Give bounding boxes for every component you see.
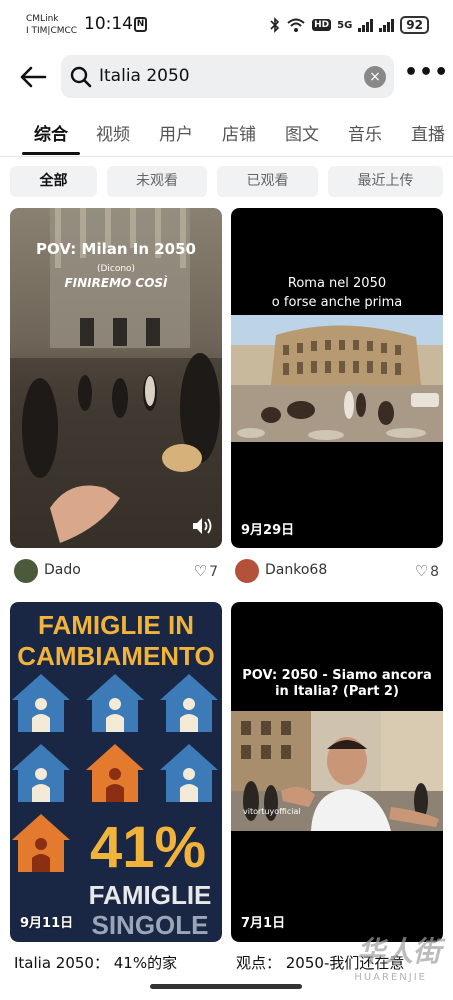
foot-line-1: FAMIGLIE: [88, 880, 212, 910]
clear-search-button[interactable]: ×: [364, 66, 386, 88]
result-card-roma[interactable]: Roma nel 2050 o forse anche prima 9月29日: [231, 208, 443, 548]
video-overlay-sub: (Dicono): [96, 264, 136, 274]
tab-live[interactable]: 直播: [411, 120, 445, 145]
author-name[interactable]: Danko68: [265, 562, 327, 578]
percent-figure: 41%: [90, 815, 207, 880]
card-meta-roma: Danko68 ♡ 8: [231, 557, 443, 585]
active-tab-indicator: [22, 152, 80, 155]
signal-icon-1: [358, 18, 374, 32]
overlay-line-1: FAMIGLIE IN: [38, 610, 194, 640]
carrier-label: CMLink I TIM|CMCC: [26, 13, 77, 37]
site-watermark: 华人街: [356, 935, 441, 968]
like-count-value: 7: [209, 564, 218, 580]
carrier-line-1: CMLink: [26, 14, 59, 24]
video-thumbnail: POV: 2050 - Siamo ancora in Italia? (Par…: [231, 602, 443, 942]
overlay-line-2: o forse anche prima: [271, 295, 403, 310]
tab-shops[interactable]: 店铺: [222, 120, 256, 145]
video-date: 9月11日: [20, 916, 74, 931]
tab-comprehensive[interactable]: 综合: [34, 120, 68, 145]
avatar[interactable]: [14, 559, 38, 583]
video-overlay-title: FAMIGLIE IN CAMBIAMENTO: [10, 610, 222, 672]
site-watermark-sub: HUARENJIE: [354, 972, 427, 983]
arrow-left-icon: [20, 66, 47, 88]
video-overlay-title: POV: 2050 - Siamo ancora in Italia? (Par…: [231, 668, 443, 700]
overlay-line-2: CAMBIAMENTO: [17, 641, 215, 671]
network-5g-label: 5G: [337, 19, 353, 31]
hd-badge: HD: [312, 19, 332, 31]
cathedral-illustration: [10, 208, 222, 548]
nfc-icon: N: [134, 17, 147, 32]
system-icons: HD 5G 92: [270, 14, 429, 36]
battery-indicator: 92: [400, 16, 429, 34]
search-input[interactable]: [99, 61, 349, 91]
video-date: 7月1日: [241, 916, 286, 931]
house-icon: [160, 674, 218, 732]
foot-line-2: SINGOLE: [91, 910, 209, 940]
bluetooth-icon: [270, 17, 280, 33]
house-icon: [86, 674, 144, 732]
sound-icon[interactable]: [190, 515, 214, 537]
more-options-button[interactable]: •••: [404, 62, 448, 86]
video-date: 9月29日: [241, 523, 295, 538]
video-title[interactable]: Italia 2050： 41%的家: [14, 952, 177, 973]
tab-music[interactable]: 音乐: [348, 120, 382, 145]
avatar[interactable]: [235, 559, 259, 583]
like-count[interactable]: ♡ 7: [194, 562, 218, 580]
house-icon: [12, 674, 70, 732]
heart-icon: ♡: [193, 562, 208, 580]
like-count-value: 8: [430, 564, 439, 580]
overlay-line-1: Roma nel 2050: [287, 276, 387, 291]
house-icon: [12, 744, 70, 802]
video-thumbnail: FAMIGLIE IN CAMBIAMENTO 41% FAMIGLIE SIN…: [10, 602, 222, 942]
video-overlay-foot: FAMIGLIE SINGOLE: [80, 880, 220, 940]
card-meta-milan: Dado ♡ 7: [10, 557, 222, 585]
colosseum-image: [231, 315, 443, 442]
signal-icon-2: [379, 18, 395, 32]
wifi-icon: [287, 18, 305, 32]
watermark-handle: vitortuyofficial: [243, 807, 301, 816]
like-count[interactable]: ♡ 8: [415, 562, 439, 580]
house-icon-orange: [12, 814, 70, 872]
house-icon: [160, 744, 218, 802]
filter-recent[interactable]: 最近上传: [328, 166, 443, 197]
house-icon-orange: [86, 744, 144, 802]
author-name[interactable]: Dado: [44, 562, 81, 578]
search-box[interactable]: ×: [61, 55, 394, 98]
video-overlay-sub2: FINIREMO COSÌ: [64, 276, 168, 290]
overlay-line-2: in Italia? (Part 2): [275, 684, 399, 699]
video-thumbnail: Roma nel 2050 o forse anche prima 9月29日: [231, 208, 443, 548]
result-card-milan[interactable]: POV: Milan In 2050 (Dicono) FINIREMO COS…: [10, 208, 222, 548]
video-overlay-title: Roma nel 2050 o forse anche prima: [231, 274, 443, 312]
home-indicator[interactable]: [150, 984, 302, 989]
back-button[interactable]: [16, 60, 50, 94]
status-clock: 10:14: [84, 14, 133, 34]
result-card-pov[interactable]: POV: 2050 - Siamo ancora in Italia? (Par…: [231, 602, 443, 942]
result-card-famiglie[interactable]: FAMIGLIE IN CAMBIAMENTO 41% FAMIGLIE SIN…: [10, 602, 222, 942]
tab-image-text[interactable]: 图文: [285, 120, 319, 145]
tab-users[interactable]: 用户: [159, 120, 193, 145]
heart-icon: ♡: [414, 562, 429, 580]
tab-video[interactable]: 视频: [96, 120, 130, 145]
filter-watched[interactable]: 已观看: [217, 166, 318, 197]
filter-all[interactable]: 全部: [10, 166, 97, 197]
filter-unwatched[interactable]: 未观看: [107, 166, 207, 197]
search-icon: [70, 66, 92, 88]
result-tabs: 综合 视频 用户 店铺 图文 音乐 直播: [0, 110, 453, 157]
video-thumbnail: POV: Milan In 2050 (Dicono) FINIREMO COS…: [10, 208, 222, 548]
status-bar: CMLink I TIM|CMCC 10:14 N HD 5G 92: [0, 0, 453, 50]
carrier-line-2: I TIM|CMCC: [26, 26, 78, 36]
overlay-line-1: POV: 2050 - Siamo ancora: [242, 668, 432, 683]
video-overlay-title: POV: Milan In 2050: [36, 240, 196, 258]
